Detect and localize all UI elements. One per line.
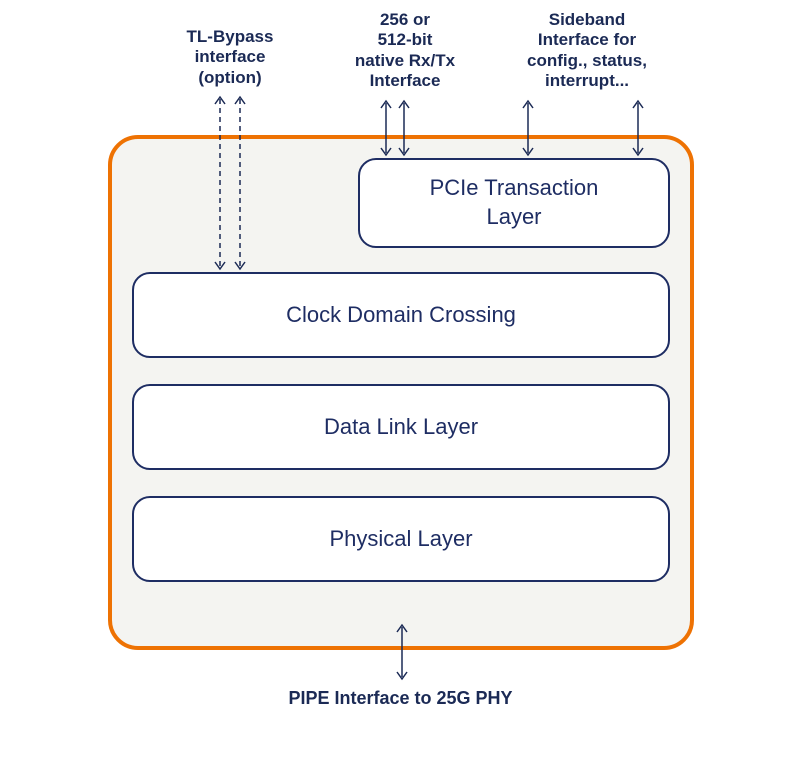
arrow-rxtx-2: [398, 98, 410, 158]
arrow-sideband-2: [632, 98, 644, 158]
arrow-tl-bypass-1: [214, 94, 226, 272]
diagram-canvas: TL-Bypass interface (option) 256 or 512-…: [0, 0, 801, 763]
label-pipe: PIPE Interface to 25G PHY: [0, 688, 801, 709]
label-sideband: Sideband Interface for config., status, …: [492, 10, 682, 92]
arrow-rxtx-1: [380, 98, 392, 158]
label-tl-bypass: TL-Bypass interface (option): [150, 27, 310, 88]
box-clock-domain-crossing: Clock Domain Crossing: [132, 272, 670, 358]
box-data-link-layer: Data Link Layer: [132, 384, 670, 470]
arrow-tl-bypass-2: [234, 94, 246, 272]
box-transaction-layer: PCIe Transaction Layer: [358, 158, 670, 248]
label-native-rxtx: 256 or 512-bit native Rx/Tx Interface: [320, 10, 490, 92]
arrow-sideband-1: [522, 98, 534, 158]
box-physical-layer: Physical Layer: [132, 496, 670, 582]
arrow-pipe: [396, 622, 408, 682]
